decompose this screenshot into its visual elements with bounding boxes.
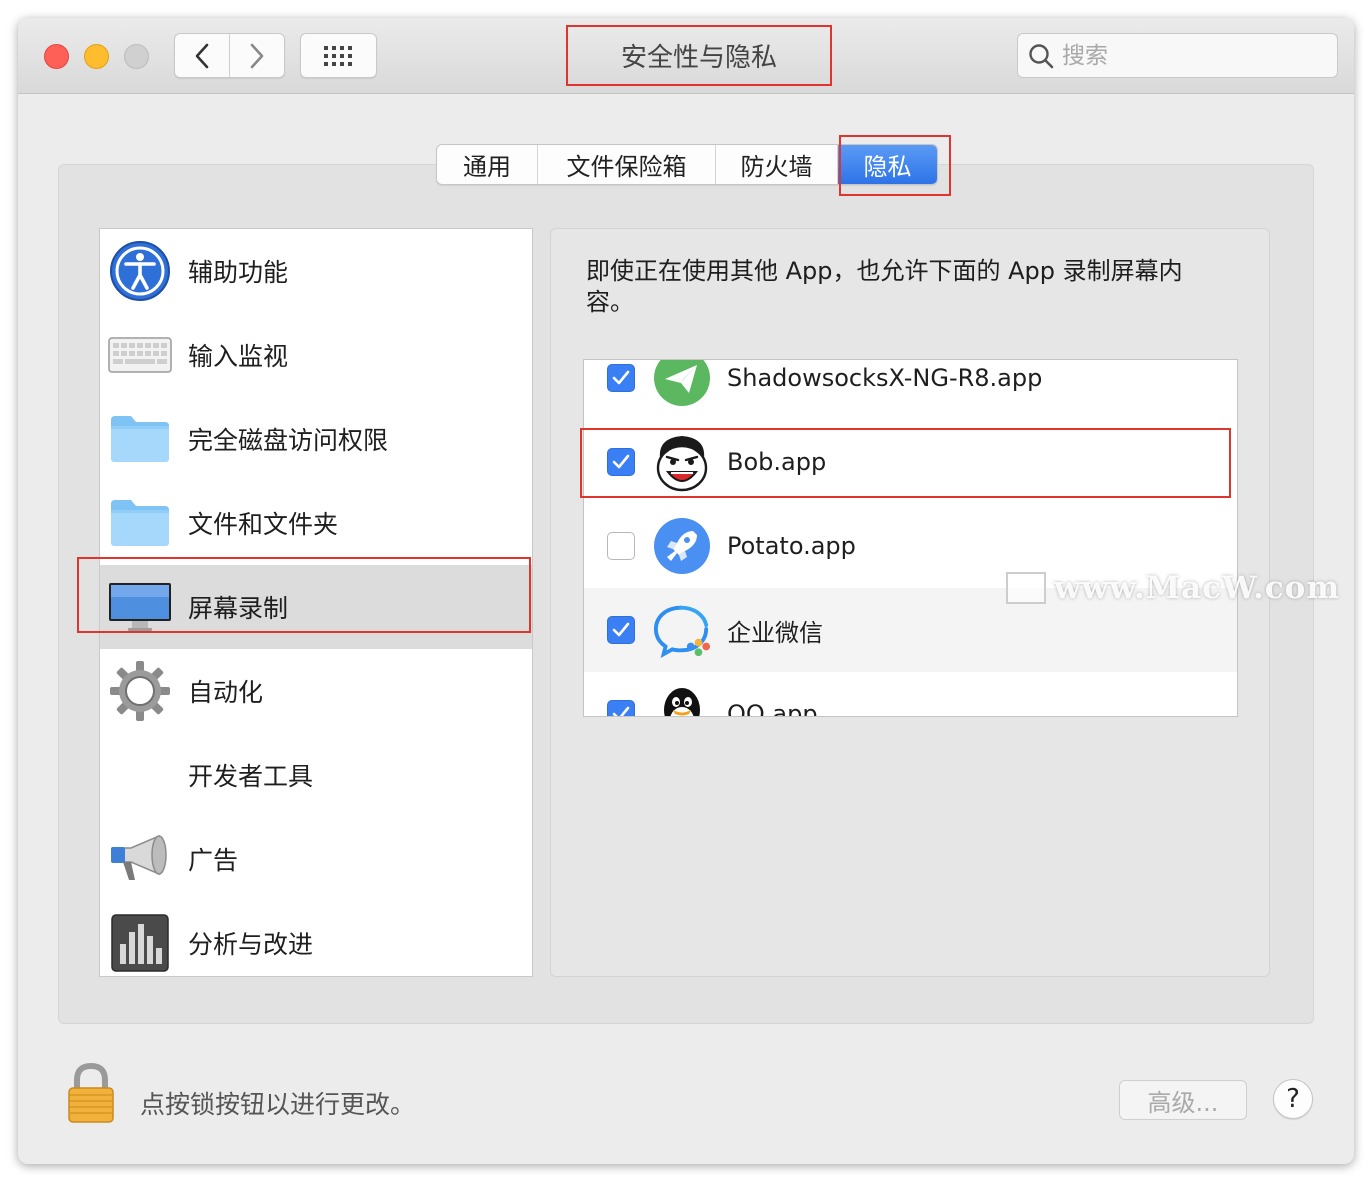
- privacy-category-list: 辅助功能 输入监视 完全磁盘访问权限 文件和文件夹 屏幕录制 自动化 开发者工具…: [99, 228, 533, 977]
- search-field[interactable]: [1017, 33, 1338, 78]
- app-checkbox[interactable]: [607, 364, 635, 392]
- bar-chart-icon: [108, 911, 172, 975]
- category-item-full-disk-access[interactable]: 完全磁盘访问权限: [100, 397, 532, 481]
- chevron-left-icon: [195, 43, 209, 68]
- folder-icon: [108, 407, 172, 471]
- paper-plane-icon: [652, 360, 712, 408]
- category-item-screen-recording[interactable]: 屏幕录制: [100, 565, 532, 649]
- grid-icon: [323, 45, 352, 66]
- tab-privacy[interactable]: 隐私: [837, 145, 937, 184]
- close-window-button[interactable]: [44, 44, 69, 69]
- segmented-tabs: 通用 文件保险箱 防火墙 隐私: [436, 144, 938, 185]
- site-watermark: www.MacW.com: [1006, 570, 1340, 606]
- navigation-buttons: [174, 33, 285, 78]
- app-name: Potato.app: [727, 532, 856, 560]
- tab-firewall[interactable]: 防火墙: [715, 145, 837, 184]
- minimize-window-button[interactable]: [84, 44, 109, 69]
- app-name: ShadowsocksX-NG-R8.app: [727, 364, 1043, 392]
- app-row-shadowsocks[interactable]: ShadowsocksX-NG-R8.app: [584, 360, 1237, 420]
- padlock-icon: [68, 1062, 114, 1123]
- app-row-bob[interactable]: Bob.app: [584, 420, 1237, 504]
- watermark-logo-icon: [1006, 572, 1046, 604]
- category-item-developer-tools[interactable]: 开发者工具: [100, 733, 532, 817]
- category-label: 广告: [188, 846, 239, 875]
- tab-filevault[interactable]: 文件保险箱: [537, 145, 715, 184]
- checkmark-icon: [612, 706, 630, 716]
- help-button[interactable]: ?: [1273, 1079, 1313, 1119]
- app-checkbox[interactable]: [607, 448, 635, 476]
- keyboard-icon: [108, 323, 172, 387]
- search-icon: [1029, 43, 1054, 68]
- folder-icon: [108, 491, 172, 555]
- gear-icon: [108, 659, 172, 723]
- title-bar: 安全性与隐私: [18, 18, 1354, 94]
- show-all-button[interactable]: [300, 33, 377, 78]
- category-item-advertising[interactable]: 广告: [100, 817, 532, 901]
- zoom-window-button[interactable]: [124, 44, 149, 69]
- lock-message: 点按锁按钮以进行更改。: [140, 1090, 416, 1119]
- app-name: QQ.app: [727, 700, 818, 717]
- category-label: 辅助功能: [188, 258, 289, 287]
- back-button[interactable]: [175, 34, 229, 77]
- lock-button[interactable]: [66, 1062, 116, 1124]
- category-item-analytics[interactable]: 分析与改进: [100, 901, 532, 985]
- app-checkbox[interactable]: [607, 616, 635, 644]
- category-item-files-and-folders[interactable]: 文件和文件夹: [100, 481, 532, 565]
- checkmark-icon: [612, 454, 630, 469]
- display-icon: [108, 575, 172, 639]
- category-label: 完全磁盘访问权限: [188, 426, 389, 455]
- category-label: 输入监视: [188, 342, 289, 371]
- chevron-right-icon: [250, 43, 264, 68]
- system-preferences-window: 安全性与隐私 通用 文件保险箱 防火墙 隐私 辅助功能: [18, 18, 1354, 1164]
- checkmark-icon: [612, 622, 630, 637]
- accessibility-icon: [108, 239, 172, 303]
- category-item-input-monitoring[interactable]: 输入监视: [100, 313, 532, 397]
- watermark-text: www.MacW.com: [1054, 570, 1341, 606]
- bob-face-icon: [652, 432, 712, 492]
- search-input[interactable]: [1062, 42, 1312, 69]
- qq-penguin-icon: [652, 684, 712, 716]
- window-title: 安全性与隐私: [566, 25, 832, 86]
- category-label: 自动化: [188, 678, 264, 707]
- screen-recording-description: 即使正在使用其他 App，也允许下面的 App 录制屏幕内容。: [586, 257, 1183, 316]
- category-label: 文件和文件夹: [188, 510, 339, 539]
- rocket-icon: [652, 516, 712, 576]
- megaphone-icon: [108, 827, 172, 891]
- forward-button[interactable]: [229, 34, 284, 77]
- category-item-automation[interactable]: 自动化: [100, 649, 532, 733]
- wecom-icon: [652, 600, 712, 660]
- app-checkbox[interactable]: [607, 532, 635, 560]
- app-row-qq[interactable]: QQ.app: [584, 672, 1237, 717]
- app-name: Bob.app: [727, 448, 827, 476]
- app-checkbox[interactable]: [607, 700, 635, 716]
- app-name: 企业微信: [727, 618, 823, 647]
- category-item-accessibility[interactable]: 辅助功能: [100, 229, 532, 313]
- tab-general[interactable]: 通用: [437, 145, 537, 184]
- checkmark-icon: [612, 370, 630, 385]
- app-permission-list: ShadowsocksX-NG-R8.app Bob.app Potato.ap…: [583, 359, 1238, 717]
- category-label: 开发者工具: [188, 762, 314, 791]
- category-label: 分析与改进: [188, 930, 314, 959]
- advanced-button[interactable]: 高级...: [1119, 1080, 1247, 1120]
- category-label: 屏幕录制: [188, 594, 289, 623]
